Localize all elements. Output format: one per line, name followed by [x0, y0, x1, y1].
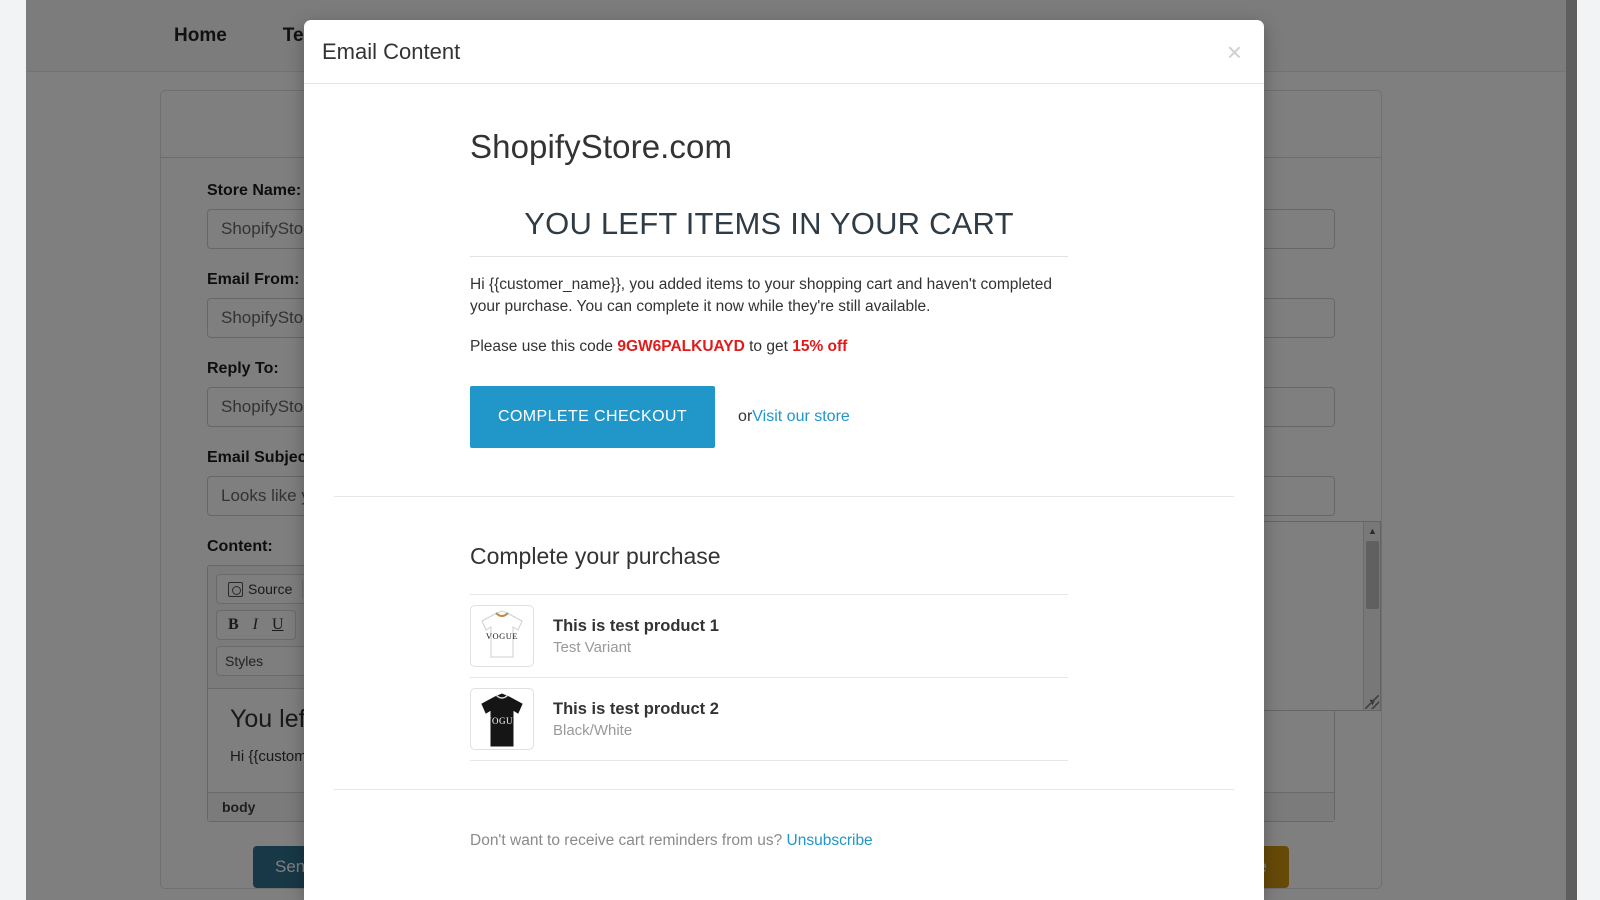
- modal-title: Email Content: [322, 38, 461, 64]
- email-preview: ShopifyStore.com YOU LEFT ITEMS IN YOUR …: [304, 84, 1264, 850]
- email-brand-name: ShopifyStore.com: [470, 128, 733, 165]
- purchase-section: Complete your purchase VOGUE This is tes…: [304, 543, 1264, 762]
- list-item[interactable]: VOGUE This is test product 2 Black/White: [470, 678, 1068, 762]
- footer-text: Don't want to receive cart reminders fro…: [470, 832, 787, 850]
- product-variant: Black/White: [553, 721, 633, 739]
- product-thumbnail: VOGUE: [470, 605, 534, 668]
- email-intro-block: YOU LEFT ITEMS IN YOUR CART Hi {{custome…: [304, 206, 1264, 449]
- svg-text:VOGUE: VOGUE: [486, 631, 518, 641]
- discount-code: 9GW6PALKUAYD: [617, 337, 745, 355]
- discount-amount: 15% off: [792, 337, 848, 355]
- unsubscribe-link[interactable]: Unsubscribe: [787, 832, 873, 849]
- product-info: This is test product 2 Black/White: [553, 700, 719, 739]
- email-footer: Don't want to receive cart reminders fro…: [304, 790, 1264, 850]
- product-list: VOGUE This is test product 1 Test Varian…: [470, 594, 1068, 762]
- tshirt-icon: VOGUE: [481, 610, 523, 658]
- cta-or-text: or: [738, 408, 753, 426]
- list-item[interactable]: VOGUE This is test product 1 Test Varian…: [470, 595, 1068, 679]
- cta-row: COMPLETE CHECKOUT or Visit our store: [470, 386, 1068, 449]
- email-code-paragraph: Please use this code 9GW6PALKUAYD to get…: [470, 336, 1068, 358]
- product-name: This is test product 1: [553, 616, 719, 635]
- code-prefix-text: Please use this code: [470, 337, 618, 355]
- complete-checkout-button[interactable]: COMPLETE CHECKOUT: [470, 386, 716, 449]
- code-middle-text: to get: [744, 337, 793, 355]
- modal-header: Email Content ×: [304, 20, 1264, 84]
- product-info: This is test product 1 Test Variant: [553, 617, 719, 656]
- purchase-section-title: Complete your purchase: [470, 543, 721, 570]
- tshirt-icon: VOGUE: [481, 693, 523, 747]
- product-variant: Test Variant: [553, 638, 632, 656]
- section-divider: [334, 496, 1234, 498]
- email-headline: YOU LEFT ITEMS IN YOUR CART: [470, 206, 1068, 257]
- window-scrollbar[interactable]: [1566, 0, 1577, 900]
- visit-store-link[interactable]: Visit our store: [752, 408, 850, 426]
- product-name: This is test product 2: [553, 699, 719, 718]
- svg-text:VOGUE: VOGUE: [485, 716, 519, 726]
- email-intro-paragraph: Hi {{customer_name}}, you added items to…: [470, 276, 1052, 316]
- close-icon[interactable]: ×: [1227, 39, 1242, 65]
- modal-body: ShopifyStore.com YOU LEFT ITEMS IN YOUR …: [304, 84, 1264, 900]
- email-content-modal: Email Content × ShopifyStore.com YOU LEF…: [304, 20, 1264, 900]
- product-thumbnail: VOGUE: [470, 688, 534, 751]
